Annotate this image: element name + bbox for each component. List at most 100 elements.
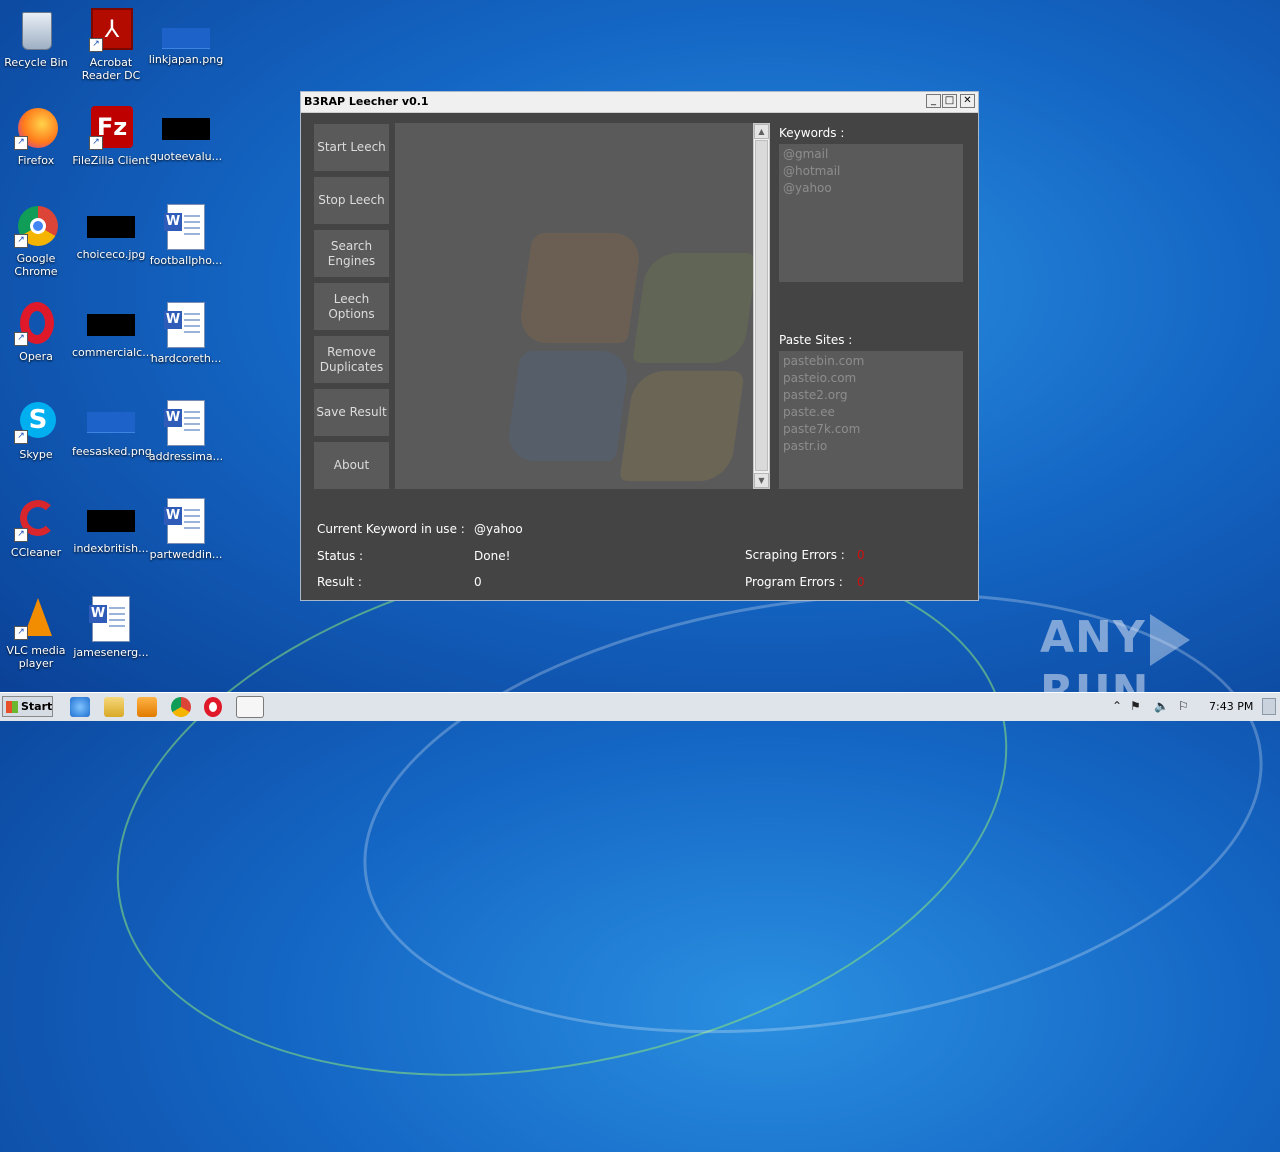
start-button[interactable]: Start bbox=[2, 696, 53, 717]
show-hidden-icons-icon[interactable]: ⌃ bbox=[1112, 699, 1122, 713]
minimize-button[interactable]: _ bbox=[926, 94, 941, 108]
desktop-icon-commercialc[interactable]: commercialc... bbox=[72, 302, 153, 359]
desktop-icon-linkjapan[interactable]: linkjapan.png bbox=[147, 8, 225, 66]
firefox-icon: ↗ bbox=[14, 106, 58, 150]
status-value: Done! bbox=[474, 549, 511, 563]
chrome-icon[interactable] bbox=[171, 697, 191, 717]
desktop-icon-indexbritish[interactable]: indexbritish... bbox=[72, 498, 150, 555]
scroll-up-arrow-icon[interactable]: ▲ bbox=[754, 124, 769, 139]
desktop-icon-hardcoreth[interactable]: W hardcoreth... bbox=[147, 302, 225, 365]
paste-sites-label: Paste Sites : bbox=[779, 333, 853, 347]
list-item[interactable]: @hotmail bbox=[783, 163, 959, 180]
desktop-icon-label: footballpho... bbox=[149, 254, 223, 267]
result-label: Result : bbox=[317, 575, 362, 589]
taskbar-clock[interactable]: 7:43 PM bbox=[1209, 700, 1253, 713]
desktop-icon-label: linkjapan.png bbox=[148, 53, 224, 66]
window-titlebar[interactable]: B3RAP Leecher v0.1 _ □ ✕ bbox=[301, 92, 978, 113]
desktop-icon-label: Recycle Bin bbox=[4, 56, 68, 69]
remove-duplicates-button[interactable]: Remove Duplicates bbox=[314, 336, 389, 383]
desktop-icon-label: quoteevalu... bbox=[149, 150, 223, 163]
list-item[interactable]: pastr.io bbox=[783, 438, 959, 455]
desktop-icon-label: Firefox bbox=[17, 154, 55, 167]
skype-icon: S ↗ bbox=[14, 400, 58, 444]
word-document-icon: W bbox=[164, 400, 205, 446]
desktop-icon-acrobat[interactable]: ⅄ ↗ Acrobat Reader DC bbox=[72, 8, 150, 82]
volume-icon[interactable]: 🔈 bbox=[1154, 699, 1169, 713]
desktop-icon-jamesenerg[interactable]: W jamesenerg... bbox=[72, 596, 150, 659]
list-item[interactable]: @gmail bbox=[783, 146, 959, 163]
windows-logo-icon bbox=[6, 701, 18, 713]
desktop-icon-label: jamesenerg... bbox=[73, 646, 149, 659]
desktop-icon-vlc[interactable]: ↗ VLC media player bbox=[0, 596, 75, 670]
scroll-down-arrow-icon[interactable]: ▼ bbox=[754, 473, 769, 488]
save-result-button[interactable]: Save Result bbox=[314, 389, 389, 436]
list-item[interactable]: @yahoo bbox=[783, 180, 959, 197]
desktop-icon-skype[interactable]: S ↗ Skype bbox=[0, 400, 75, 461]
scrollbar-thumb[interactable] bbox=[755, 140, 768, 471]
flag-icon[interactable]: ⚐ bbox=[1178, 699, 1189, 713]
desktop-icon-recycle-bin[interactable]: Recycle Bin bbox=[0, 8, 75, 69]
desktop-icon-label: partweddin... bbox=[149, 548, 223, 561]
result-value: 0 bbox=[474, 575, 482, 589]
image-thumbnail bbox=[87, 510, 135, 532]
filezilla-icon: Fz ↗ bbox=[89, 106, 133, 150]
list-item[interactable]: paste2.org bbox=[783, 387, 959, 404]
results-scrollbar[interactable]: ▲ ▼ bbox=[753, 123, 770, 489]
list-item[interactable]: pastebin.com bbox=[783, 353, 959, 370]
taskbar-app-leecher[interactable] bbox=[236, 696, 264, 718]
desktop-icon-label: indexbritish... bbox=[73, 542, 149, 555]
scraping-errors-label: Scraping Errors : bbox=[745, 548, 845, 562]
scraping-errors-value: 0 bbox=[857, 548, 865, 562]
action-center-icon[interactable]: ⚑ bbox=[1130, 699, 1141, 713]
desktop-icon-filezilla[interactable]: Fz ↗ FileZilla Client bbox=[72, 106, 150, 167]
list-item[interactable]: paste7k.com bbox=[783, 421, 959, 438]
stop-leech-button[interactable]: Stop Leech bbox=[314, 177, 389, 224]
desktop-icon-firefox[interactable]: ↗ Firefox bbox=[0, 106, 75, 167]
internet-explorer-icon[interactable] bbox=[70, 697, 90, 717]
word-document-icon: W bbox=[164, 302, 205, 348]
search-engines-button[interactable]: Search Engines bbox=[314, 230, 389, 277]
media-player-icon[interactable] bbox=[137, 697, 157, 717]
windows-logo-watermark bbox=[632, 253, 753, 363]
desktop-icon-footballpho[interactable]: W footballpho... bbox=[147, 204, 225, 267]
opera-icon[interactable] bbox=[204, 697, 222, 717]
leech-options-button[interactable]: Leech Options bbox=[314, 283, 389, 330]
opera-icon: ↗ bbox=[14, 302, 58, 346]
list-item[interactable]: pasteio.com bbox=[783, 370, 959, 387]
desktop-icon-label: Acrobat Reader DC bbox=[81, 56, 141, 82]
results-textarea[interactable] bbox=[395, 123, 753, 489]
image-thumbnail bbox=[162, 28, 210, 49]
show-desktop-button[interactable] bbox=[1262, 698, 1276, 715]
word-document-icon: W bbox=[164, 498, 205, 544]
desktop-icon-quoteevalu[interactable]: quoteevalu... bbox=[147, 106, 225, 163]
window-title: B3RAP Leecher v0.1 bbox=[304, 95, 429, 108]
desktop-icon-choiceco[interactable]: choiceco.jpg bbox=[72, 204, 150, 261]
close-button[interactable]: ✕ bbox=[960, 94, 975, 108]
start-leech-button[interactable]: Start Leech bbox=[314, 124, 389, 171]
keywords-listbox[interactable]: @gmail @hotmail @yahoo bbox=[779, 144, 963, 282]
desktop-icon-opera[interactable]: ↗ Opera bbox=[0, 302, 75, 363]
image-thumbnail bbox=[87, 412, 135, 433]
desktop-icon-label: hardcoreth... bbox=[150, 352, 222, 365]
recycle-bin-icon bbox=[14, 8, 58, 52]
about-button[interactable]: About bbox=[314, 442, 389, 489]
program-errors-label: Program Errors : bbox=[745, 575, 843, 589]
desktop-icon-label: Skype bbox=[19, 448, 53, 461]
list-item[interactable]: paste.ee bbox=[783, 404, 959, 421]
desktop-icon-google-chrome[interactable]: ↗ Google Chrome bbox=[0, 204, 75, 278]
chrome-icon: ↗ bbox=[14, 204, 58, 248]
program-errors-value: 0 bbox=[857, 575, 865, 589]
desktop-icon-addressima[interactable]: W addressima... bbox=[147, 400, 225, 463]
desktop-icon-partweddin[interactable]: W partweddin... bbox=[147, 498, 225, 561]
watermark-text: ANY bbox=[1040, 612, 1146, 663]
desktop-icon-label: Opera bbox=[19, 350, 53, 363]
windows-logo-watermark bbox=[517, 233, 643, 343]
desktop-icon-feesasked[interactable]: feesasked.png bbox=[72, 400, 152, 458]
image-thumbnail bbox=[162, 118, 210, 140]
desktop-icon-label: FileZilla Client bbox=[72, 154, 150, 167]
maximize-button[interactable]: □ bbox=[942, 94, 957, 108]
desktop-icon-ccleaner[interactable]: ↗ CCleaner bbox=[0, 498, 75, 559]
image-thumbnail bbox=[87, 314, 135, 336]
paste-sites-listbox[interactable]: pastebin.com pasteio.com paste2.org past… bbox=[779, 351, 963, 489]
file-explorer-icon[interactable] bbox=[104, 697, 124, 717]
